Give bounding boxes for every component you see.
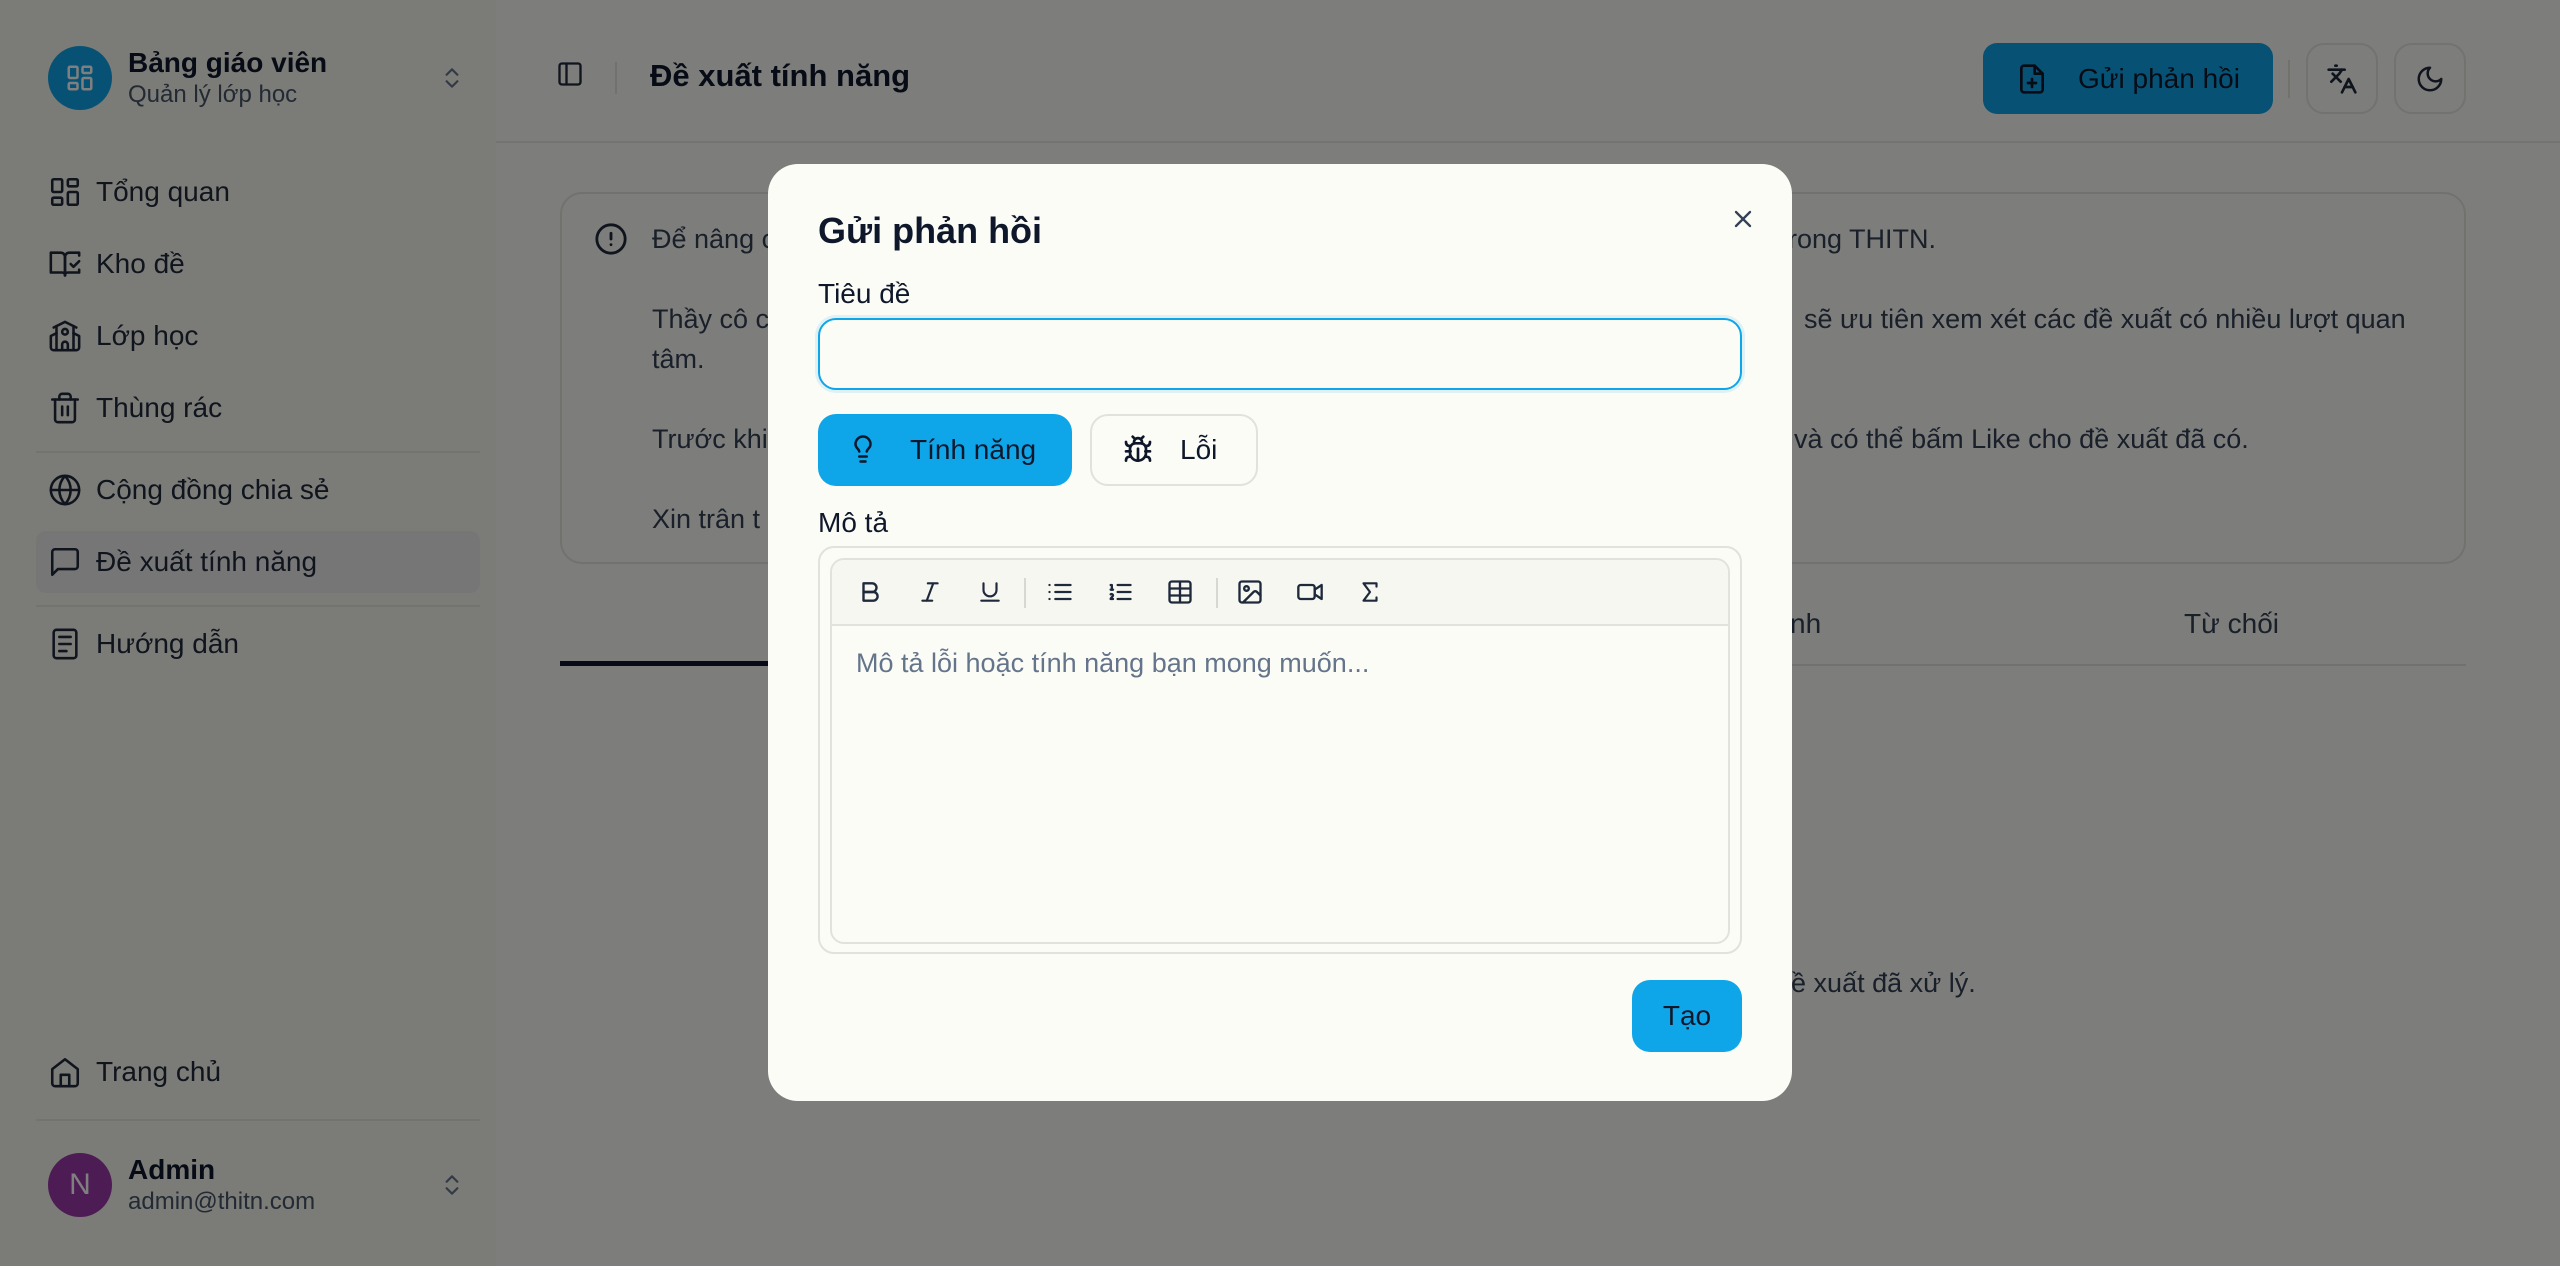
underline-icon[interactable] bbox=[974, 576, 1006, 608]
close-icon[interactable] bbox=[1722, 198, 1764, 240]
type-bug-button[interactable]: Lỗi bbox=[1090, 414, 1258, 486]
title-input[interactable] bbox=[818, 318, 1742, 390]
description-label: Mô tả bbox=[818, 507, 889, 538]
image-icon[interactable] bbox=[1234, 576, 1266, 608]
sigma-icon[interactable] bbox=[1354, 576, 1386, 608]
type-bug-label: Lỗi bbox=[1180, 434, 1218, 465]
bullet-list-icon[interactable] bbox=[1044, 576, 1076, 608]
type-feature-button[interactable]: Tính năng bbox=[818, 414, 1072, 486]
type-feature-label: Tính năng bbox=[910, 434, 1037, 465]
title-label: Tiêu đề bbox=[818, 278, 911, 309]
numbered-list-icon[interactable] bbox=[1104, 576, 1136, 608]
editor-toolbar bbox=[832, 560, 1728, 626]
bug-icon bbox=[1122, 434, 1154, 466]
italic-icon[interactable] bbox=[914, 576, 946, 608]
feedback-dialog: Gửi phản hồi Tiêu đề Tính năng Lỗi Mô tả bbox=[768, 164, 1792, 1101]
create-button[interactable]: Tạo bbox=[1632, 980, 1742, 1052]
table-icon[interactable] bbox=[1164, 576, 1196, 608]
dialog-title: Gửi phản hồi bbox=[818, 210, 1043, 251]
lightbulb-icon bbox=[848, 434, 880, 466]
toolbar-separator bbox=[1216, 578, 1218, 608]
video-icon[interactable] bbox=[1294, 576, 1326, 608]
description-editor[interactable]: Mô tả lỗi hoặc tính năng bạn mong muốn..… bbox=[856, 648, 1369, 679]
bold-icon[interactable] bbox=[854, 576, 886, 608]
rich-text-editor: Mô tả lỗi hoặc tính năng bạn mong muốn..… bbox=[818, 546, 1742, 954]
toolbar-separator bbox=[1024, 578, 1026, 608]
